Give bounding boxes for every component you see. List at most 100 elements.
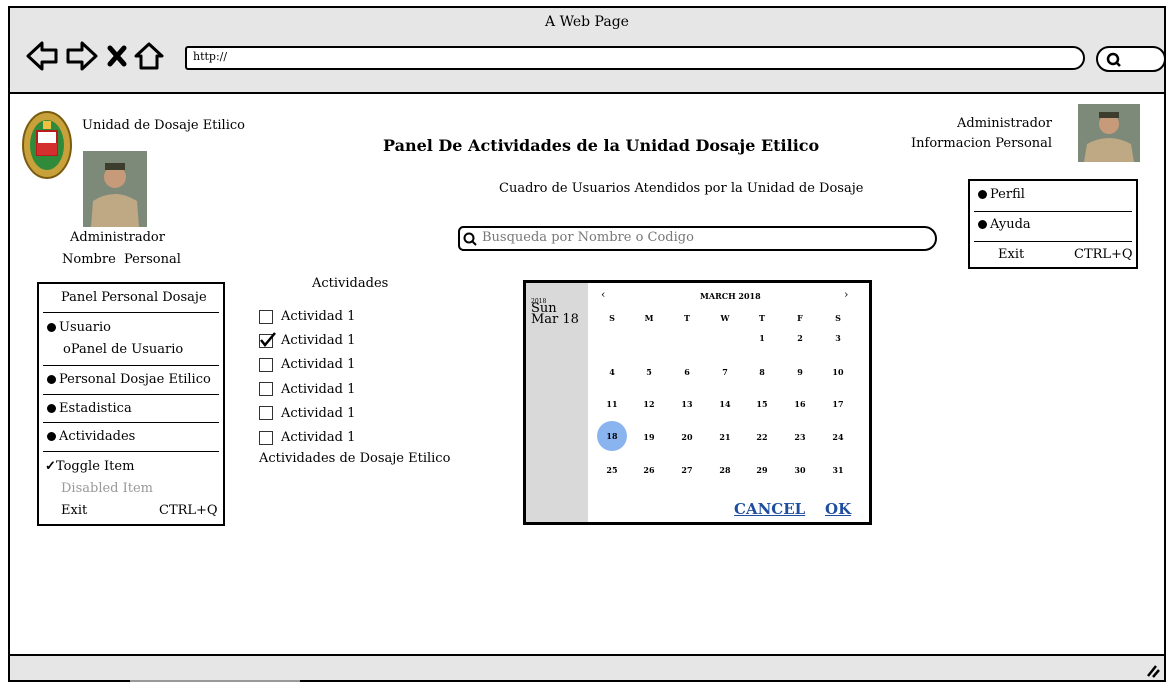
resize-grip-icon[interactable] (1144, 662, 1160, 678)
calendar-day[interactable]: 27 (672, 465, 702, 475)
calendar-day[interactable]: 1 (747, 333, 777, 343)
side-menu-header[interactable]: Panel Personal Dosaje (61, 290, 207, 305)
calendar-day[interactable]: 30 (785, 465, 815, 475)
calendar-day[interactable]: 2 (785, 333, 815, 343)
user-menu-exit[interactable]: Exit (998, 247, 1024, 262)
activity-item[interactable]: Actividad 1 (259, 353, 355, 377)
close-icon[interactable] (107, 45, 127, 67)
calendar-day[interactable]: 9 (785, 367, 815, 377)
nav-toolbar (26, 41, 164, 71)
calendar-day[interactable]: 3 (823, 333, 853, 343)
calendar-day[interactable]: 11 (597, 399, 627, 409)
weekday-label: T (684, 313, 690, 323)
activity-checkbox[interactable] (259, 406, 273, 421)
calendar-day[interactable]: 10 (823, 367, 853, 377)
calendar-day[interactable]: 25 (597, 465, 627, 475)
profile-role: Administrador (70, 230, 165, 245)
prev-month-button[interactable]: ‹ (601, 288, 605, 301)
checkmark-icon (260, 331, 276, 347)
admin-avatar[interactable] (1078, 104, 1140, 162)
side-menu-item-actividades[interactable]: Actividades (47, 429, 231, 444)
calendar-day[interactable]: 15 (747, 399, 777, 409)
calendar-day[interactable]: 31 (823, 465, 853, 475)
status-bar (10, 654, 1164, 682)
weekday-label: M (644, 313, 654, 323)
side-menu-item-usuario[interactable]: Usuario (47, 320, 231, 335)
calendar-day[interactable]: 12 (634, 399, 664, 409)
divider (43, 394, 219, 395)
avatar (83, 151, 147, 227)
home-icon[interactable] (134, 42, 164, 70)
divider (43, 312, 219, 313)
search-input[interactable]: Busqueda por Nombre o Codigo (458, 226, 937, 251)
user-menu: Perfil Ayuda Exit CTRL+Q (968, 179, 1138, 269)
calendar-day[interactable]: 26 (634, 465, 664, 475)
bullet-icon (978, 220, 987, 229)
side-menu-exit-shortcut: CTRL+Q (159, 503, 218, 518)
side-menu-item-toggle[interactable]: ✓Toggle Item (45, 459, 229, 474)
search-icon (1106, 52, 1121, 67)
next-month-button[interactable]: › (844, 288, 848, 301)
divider (974, 241, 1132, 242)
calendar-day[interactable]: 8 (747, 367, 777, 377)
activity-item[interactable]: Actividad 1 (259, 305, 355, 329)
user-menu-item-perfil[interactable]: Perfil (978, 187, 1144, 202)
calendar-day-selected[interactable]: 18 (597, 421, 627, 451)
calendar-day[interactable]: 13 (672, 399, 702, 409)
side-menu-exit[interactable]: Exit (61, 503, 87, 518)
side-menu-item-personal[interactable]: Personal Dosjae Etilico (47, 372, 231, 387)
calendar-day[interactable]: 6 (672, 367, 702, 377)
horizontal-scrollbar[interactable] (130, 680, 300, 682)
page-title: Panel De Actividades de la Unidad Dosaje… (383, 136, 820, 155)
calendar-day[interactable]: 4 (597, 367, 627, 377)
calendar-day[interactable]: 22 (747, 432, 777, 442)
browser-search-button[interactable] (1096, 46, 1166, 72)
ok-button[interactable]: OK (825, 500, 851, 518)
calendar-day[interactable]: 21 (710, 432, 740, 442)
bullet-icon (978, 190, 987, 199)
profile-name: Nombre Personal (62, 252, 181, 267)
activity-item[interactable]: Actividad 1 (259, 402, 355, 426)
divider (43, 451, 219, 452)
user-menu-item-ayuda[interactable]: Ayuda (978, 217, 1144, 232)
calendar-day[interactable]: 20 (672, 432, 702, 442)
calendar-day[interactable]: 17 (823, 399, 853, 409)
window-title: A Web Page (545, 14, 629, 30)
user-menu-exit-shortcut: CTRL+Q (1074, 247, 1133, 262)
bullet-icon (47, 323, 56, 332)
activity-item[interactable]: Actividad 1 (259, 378, 355, 402)
divider (43, 422, 219, 423)
calendar-day[interactable]: 23 (785, 432, 815, 442)
calendar-day[interactable]: 29 (747, 465, 777, 475)
calendar-day[interactable]: 24 (823, 432, 853, 442)
search-icon (463, 232, 477, 246)
activity-checkbox[interactable] (259, 357, 273, 372)
admin-info-link[interactable]: Informacion Personal (911, 136, 1052, 151)
forward-icon[interactable] (66, 41, 98, 71)
date-picker-header: 2018 Sun Mar 18 (526, 283, 588, 522)
side-menu-item-panel-usuario[interactable]: oPanel de Usuario (63, 342, 183, 357)
calendar-day[interactable]: 19 (634, 432, 664, 442)
weekday-label: S (609, 313, 615, 323)
back-icon[interactable] (26, 41, 58, 71)
activity-checkbox[interactable] (259, 430, 273, 445)
activity-checkbox[interactable] (259, 309, 273, 324)
bullet-icon (47, 404, 56, 413)
calendar-day[interactable]: 7 (710, 367, 740, 377)
activity-item[interactable]: Actividad 1 (259, 329, 355, 353)
calendar-day[interactable]: 28 (710, 465, 740, 475)
divider (974, 211, 1132, 212)
activities-list: Actividad 1 Actividad 1 Actividad 1 Acti… (259, 305, 355, 450)
activity-item[interactable]: Actividad 1 (259, 426, 355, 450)
activities-footer: Actividades de Dosaje Etilico (259, 451, 451, 466)
date-picker: 2018 Sun Mar 18 ‹ MARCH 2018 › SMTWTFS12… (523, 280, 872, 525)
calendar-day[interactable]: 14 (710, 399, 740, 409)
activity-checkbox[interactable] (259, 331, 276, 348)
activity-checkbox[interactable] (259, 382, 273, 397)
side-menu: Panel Personal Dosaje Usuario oPanel de … (37, 282, 225, 526)
side-menu-item-estadistica[interactable]: Estadistica (47, 401, 231, 416)
calendar-day[interactable]: 5 (634, 367, 664, 377)
url-bar[interactable]: http:// (185, 46, 1085, 70)
calendar-day[interactable]: 16 (785, 399, 815, 409)
cancel-button[interactable]: CANCEL (734, 500, 805, 518)
